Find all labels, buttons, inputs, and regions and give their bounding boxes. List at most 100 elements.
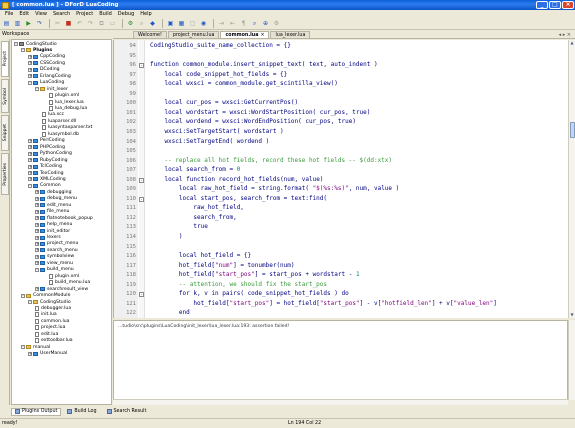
menu-edit[interactable]: Edit xyxy=(16,11,32,17)
tree-item[interactable]: + PerlCoding xyxy=(28,138,65,144)
tree-item[interactable]: common.lua xyxy=(35,318,69,324)
menu-view[interactable]: View xyxy=(32,11,50,17)
expand-icon[interactable]: + xyxy=(35,287,39,292)
menu-debug[interactable]: Debug xyxy=(115,11,137,17)
collapse-icon[interactable]: - xyxy=(28,183,32,188)
editor-tab[interactable]: Welcome! xyxy=(133,31,167,38)
tree-item[interactable]: build_menu.lua xyxy=(49,280,90,286)
tree-item[interactable]: + TexCoding xyxy=(28,170,64,176)
project-tree[interactable]: - CodingStudio - Plugins + CppCoding + CSSCodin… xyxy=(11,39,112,405)
collapse-icon[interactable]: - xyxy=(28,300,32,304)
comment-icon[interactable]: ▢ xyxy=(188,19,197,28)
indent-icon[interactable]: ⇥ xyxy=(217,19,226,28)
tree-item[interactable]: debugger.lua xyxy=(35,305,71,311)
expand-icon[interactable]: + xyxy=(28,145,32,150)
outdent-icon[interactable]: ⇤ xyxy=(228,19,237,28)
collapse-icon[interactable]: - xyxy=(35,87,39,92)
expand-icon[interactable]: + xyxy=(28,54,32,59)
tree-item[interactable]: + debugging xyxy=(35,189,72,195)
tree-item[interactable]: - LuaCoding xyxy=(28,80,64,86)
tree-item[interactable]: + debug_menu xyxy=(35,196,77,202)
expand-icon[interactable]: + xyxy=(28,158,32,163)
new-file-icon[interactable]: ▤ xyxy=(2,19,11,28)
code-line[interactable]: 122 end xyxy=(114,308,568,318)
expand-icon[interactable]: + xyxy=(28,164,32,169)
layout-icon[interactable]: ▦ xyxy=(177,19,186,28)
expand-icon[interactable]: + xyxy=(28,151,32,156)
maximize-button[interactable]: □ xyxy=(549,1,561,9)
tree-item[interactable]: + flatnotebook_popup xyxy=(35,215,93,221)
editor-vertical-scrollbar[interactable]: ▲ ▼ xyxy=(568,40,575,318)
close-tab-icon[interactable]: × xyxy=(260,33,264,38)
tree-item[interactable]: plugin.xml xyxy=(49,93,79,99)
tree-item[interactable]: edit.lua xyxy=(35,331,58,337)
stop-icon[interactable]: ■ xyxy=(64,19,73,28)
expand-icon[interactable]: + xyxy=(35,196,39,201)
find-icon[interactable]: ⌕ xyxy=(137,19,146,28)
expand-icon[interactable]: + xyxy=(35,235,39,240)
expand-icon[interactable]: + xyxy=(28,171,32,175)
tree-item[interactable]: init.lua xyxy=(35,312,57,318)
expand-icon[interactable]: + xyxy=(35,203,39,208)
expand-icon[interactable]: + xyxy=(35,241,39,246)
expand-icon[interactable]: + xyxy=(28,177,32,182)
tree-item[interactable]: + init_editor xyxy=(35,228,70,234)
tree-item[interactable]: + file_menu xyxy=(35,209,69,215)
expand-icon[interactable]: + xyxy=(35,229,39,234)
tree-item[interactable]: exttoolbar.lua xyxy=(35,338,73,344)
collapse-icon[interactable]: - xyxy=(28,80,32,85)
tree-item[interactable]: plugin.xml xyxy=(49,273,79,279)
copy-icon[interactable]: ⧉ xyxy=(97,19,106,28)
editor-tab[interactable]: common.lua × xyxy=(220,31,270,38)
expand-icon[interactable]: + xyxy=(35,254,39,259)
bookmark-icon[interactable]: ◆ xyxy=(148,19,157,28)
code-editor[interactable]: 94 CodingStudio_suite_name_collection = {… xyxy=(113,40,568,318)
expand-icon[interactable]: + xyxy=(28,67,32,72)
tree-item[interactable]: + TclCoding xyxy=(28,164,62,170)
tree-item[interactable]: - CodingStudio xyxy=(28,299,71,305)
expand-icon[interactable]: + xyxy=(28,138,32,143)
tree-item[interactable]: - build_menu xyxy=(35,267,74,273)
settings-icon[interactable]: ⚙ xyxy=(272,19,281,28)
output-horizontal-scrollbar[interactable] xyxy=(113,399,568,405)
tree-item[interactable]: + ErlangCoding xyxy=(28,73,71,79)
format-icon[interactable]: ¶ xyxy=(239,19,248,28)
menu-help[interactable]: Help xyxy=(137,11,154,17)
tree-item[interactable]: + CppCoding xyxy=(28,54,65,60)
tree-item[interactable]: + help_menu xyxy=(35,222,72,228)
search-icon[interactable]: ⌕ xyxy=(250,19,259,28)
expand-icon[interactable]: + xyxy=(28,351,32,356)
run-icon[interactable]: ▶ xyxy=(24,19,33,28)
tree-item[interactable]: + lexers xyxy=(35,235,61,241)
tree-item[interactable]: + CSSCoding xyxy=(28,60,65,66)
expand-icon[interactable]: + xyxy=(35,261,39,266)
scroll-up-icon[interactable]: ▲ xyxy=(569,40,575,46)
tree-item[interactable]: + PHPCoding xyxy=(28,144,65,150)
build-icon[interactable]: ⚙ xyxy=(126,19,135,28)
window-icon[interactable]: ▣ xyxy=(166,19,175,28)
tree-item[interactable]: + project_menu xyxy=(35,241,78,247)
tree-item[interactable]: lua.xcc xyxy=(42,112,64,118)
redo-icon[interactable]: ↷ xyxy=(86,19,95,28)
tab-search-result[interactable]: Search Result xyxy=(103,408,151,416)
expand-icon[interactable]: + xyxy=(35,222,39,227)
editor-tab[interactable]: project_menu.lua xyxy=(167,31,220,38)
minimize-button[interactable]: _ xyxy=(536,1,548,9)
collapse-icon[interactable]: - xyxy=(21,345,25,350)
output-vertical-scrollbar[interactable] xyxy=(568,320,575,400)
scroll-down-icon[interactable]: ▼ xyxy=(569,312,575,318)
tree-item[interactable]: + symbolview xyxy=(35,254,74,260)
editor-tab[interactable]: lua_lexer.lua xyxy=(270,31,311,38)
tree-item[interactable]: project.lua xyxy=(35,325,65,331)
side-tab-snippet[interactable]: Snippet xyxy=(1,115,9,151)
tree-item[interactable]: + search_menu xyxy=(35,247,78,253)
tree-item[interactable]: + view_menu xyxy=(35,260,73,266)
menu-build[interactable]: Build xyxy=(96,11,115,17)
scrollbar-thumb[interactable] xyxy=(570,122,575,138)
menu-search[interactable]: Search xyxy=(50,11,73,17)
collapse-icon[interactable]: - xyxy=(14,42,18,46)
output-pane[interactable]: ...tudio\src\plugins\LuaCoding\init_lexe… xyxy=(113,320,568,400)
zoom-icon[interactable]: ⊕ xyxy=(261,19,270,28)
tab-plugins-output[interactable]: Plugins Output xyxy=(11,407,62,416)
cut-icon[interactable]: ✂ xyxy=(53,19,62,28)
